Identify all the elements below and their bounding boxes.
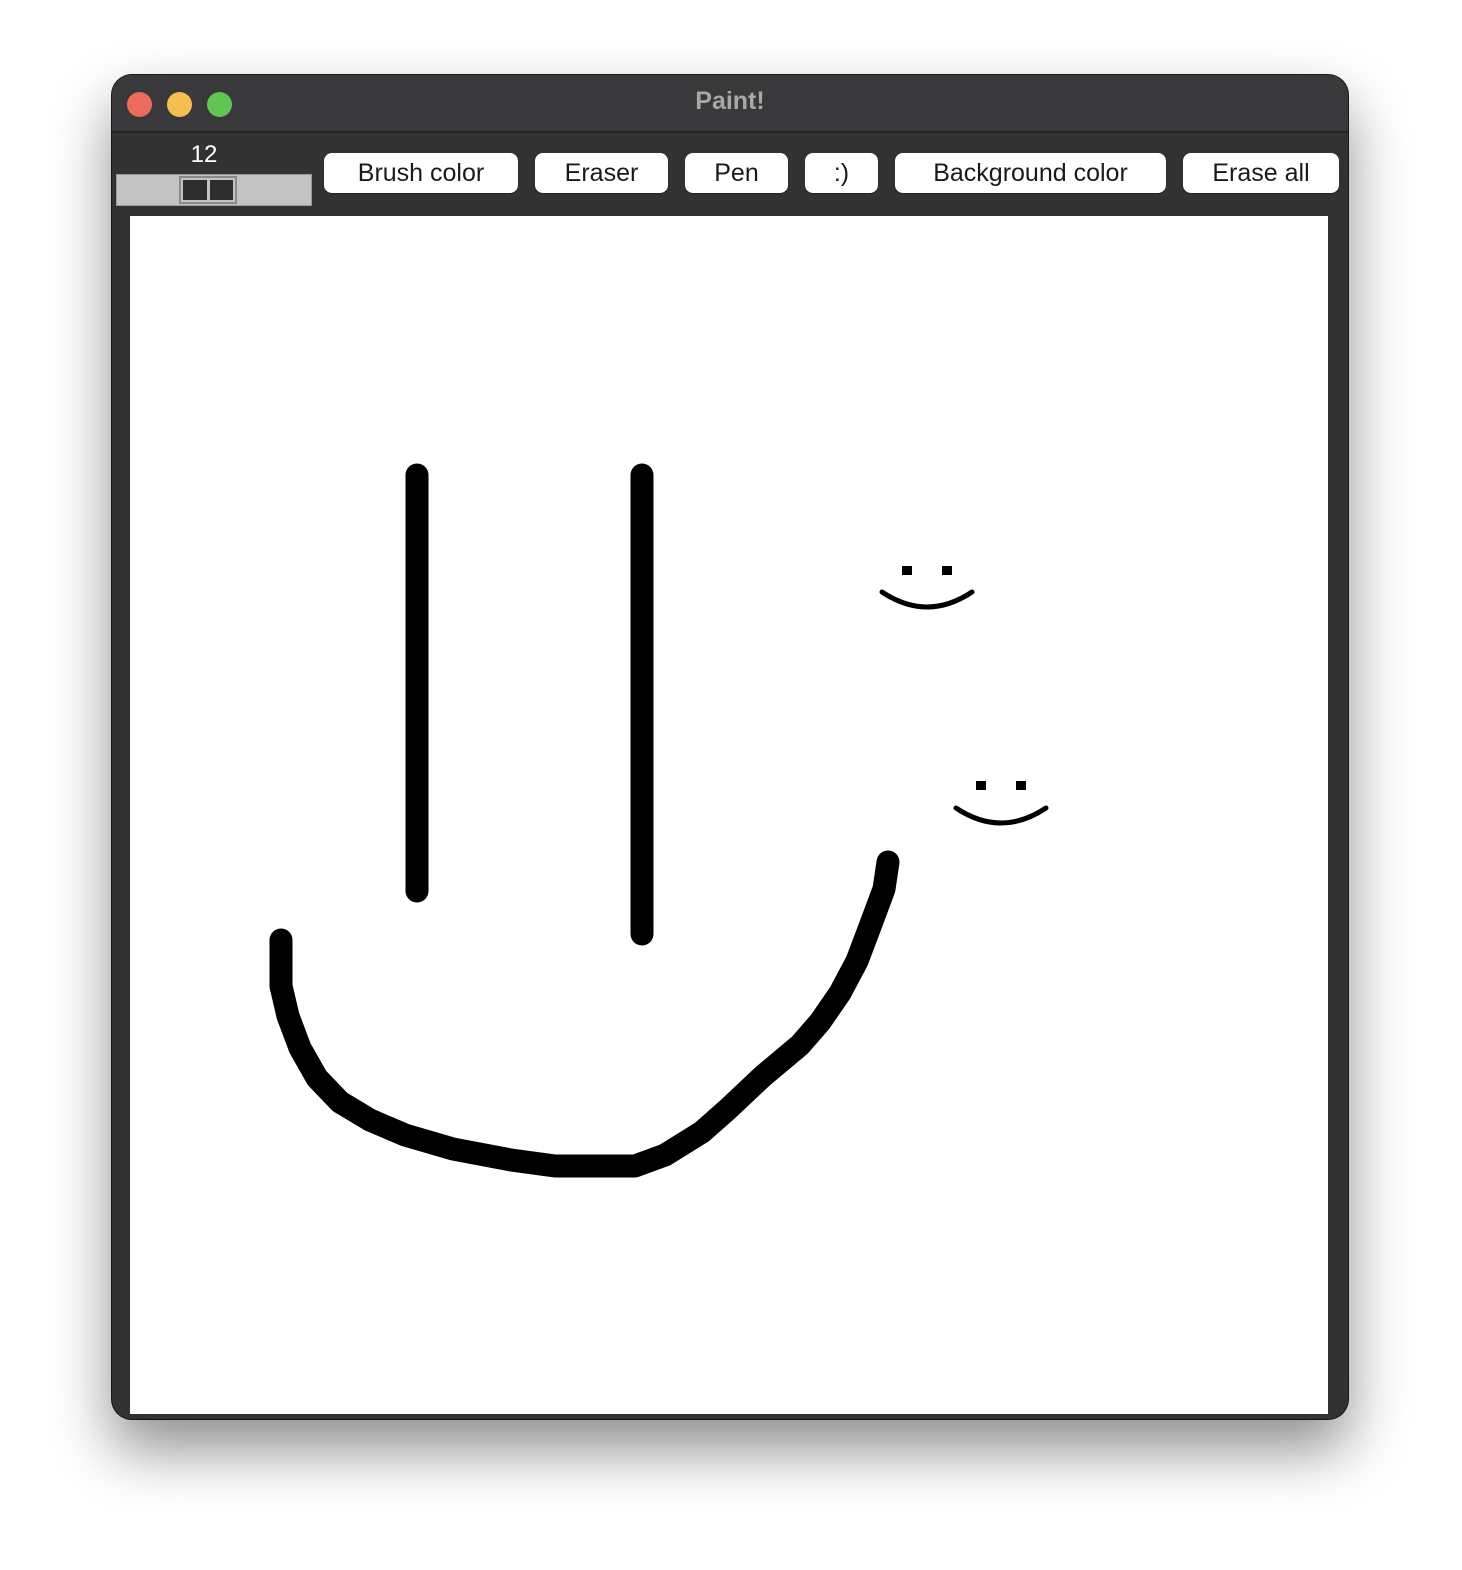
brush-size-slider-thumb[interactable] — [179, 176, 237, 204]
slider-grip-right — [209, 180, 233, 200]
drawing-canvas[interactable] — [130, 216, 1328, 1414]
stamp-smiley-2-left-eye — [976, 781, 986, 790]
title-bar[interactable]: Paint! — [112, 75, 1348, 133]
slider-grip-left — [183, 180, 207, 200]
eraser-button[interactable]: Eraser — [535, 153, 668, 193]
canvas-drawing — [269, 463, 1049, 1178]
stamp-smiley-2-mouth — [953, 805, 1049, 826]
paint-window: Paint! 12 Brush color Eraser Pen :) Back… — [112, 75, 1348, 1419]
brush-color-button[interactable]: Brush color — [324, 153, 518, 193]
pen-button[interactable]: Pen — [685, 153, 788, 193]
window-title: Paint! — [695, 87, 765, 115]
background-color-button[interactable]: Background color — [895, 153, 1166, 193]
stamp-smiley-1-right-eye — [942, 566, 952, 575]
smiley-button[interactable]: :) — [805, 153, 878, 193]
stamp-smiley-1-mouth — [879, 589, 975, 610]
stamp-smiley-1-left-eye — [902, 566, 912, 575]
erase-all-button[interactable]: Erase all — [1183, 153, 1339, 193]
brush-size-value: 12 — [190, 141, 218, 168]
brush-size-slider[interactable] — [116, 174, 312, 206]
stroke-mouth — [269, 850, 900, 1178]
toolbar: 12 Brush color Eraser Pen :) Background … — [112, 133, 1348, 215]
stamp-smiley-2-right-eye — [1016, 781, 1026, 790]
